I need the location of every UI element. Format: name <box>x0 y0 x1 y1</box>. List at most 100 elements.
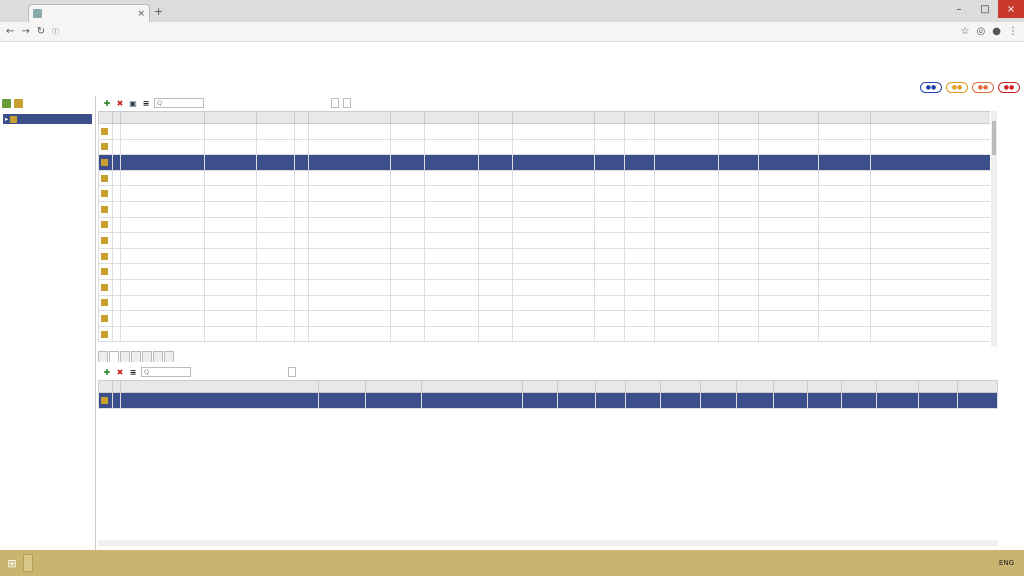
column-header[interactable] <box>204 111 257 124</box>
column-header[interactable] <box>256 111 295 124</box>
windows-start-icon[interactable]: ⊞ <box>4 555 20 571</box>
table-cell[interactable] <box>308 263 391 280</box>
menu-icon[interactable]: ≡ <box>141 98 151 108</box>
actions-dropdown[interactable] <box>343 98 351 108</box>
column-header[interactable] <box>308 111 391 124</box>
table-cell[interactable] <box>308 278 391 296</box>
column-header[interactable] <box>522 380 558 393</box>
column-header[interactable] <box>364 380 423 393</box>
table-cell[interactable] <box>308 169 391 187</box>
detail-tab[interactable] <box>142 351 152 362</box>
column-header[interactable] <box>736 380 774 393</box>
column-header[interactable] <box>594 380 627 393</box>
url-field[interactable]: ⓘ <box>52 25 953 39</box>
delete-button[interactable]: ✖ <box>115 367 125 377</box>
table-cell[interactable] <box>308 247 391 265</box>
table-row[interactable] <box>98 294 990 312</box>
column-header[interactable] <box>758 111 819 124</box>
column-header[interactable] <box>120 380 320 393</box>
minimize-button[interactable]: – <box>946 0 972 18</box>
browser-tab[interactable]: × <box>28 4 150 22</box>
table-cell[interactable] <box>308 154 391 171</box>
table-cell[interactable] <box>308 310 391 327</box>
menu-icon[interactable]: ≡ <box>128 367 138 377</box>
table-row[interactable] <box>98 278 990 296</box>
column-header[interactable] <box>556 380 596 393</box>
table-cell[interactable] <box>308 294 391 312</box>
folder-icon[interactable] <box>14 98 23 108</box>
column-header[interactable] <box>424 111 479 124</box>
detail-tab[interactable] <box>120 351 130 362</box>
column-header[interactable] <box>112 111 121 124</box>
table-row[interactable] <box>98 310 990 327</box>
status-badge-orange[interactable]: ●● <box>946 82 968 93</box>
column-header[interactable] <box>294 111 309 124</box>
account-icon[interactable]: ● <box>992 26 1001 37</box>
detail-tab[interactable] <box>164 351 174 362</box>
column-header[interactable] <box>875 380 920 393</box>
forward-icon[interactable]: → <box>21 26 29 37</box>
table-cell[interactable] <box>308 123 391 140</box>
column-header[interactable] <box>318 380 366 393</box>
kebab-menu-icon[interactable]: ⋮ <box>1008 26 1018 37</box>
status-badge-salmon[interactable]: ●● <box>972 82 994 93</box>
add-icon[interactable] <box>2 98 11 108</box>
maximize-button[interactable]: □ <box>972 0 998 18</box>
column-header[interactable] <box>120 111 205 124</box>
column-header[interactable] <box>421 380 524 393</box>
grid-scrollbar[interactable] <box>991 111 997 347</box>
column-header[interactable] <box>699 380 738 393</box>
table-row[interactable] <box>98 185 990 202</box>
table-cell[interactable] <box>308 185 391 202</box>
actions-dropdown[interactable] <box>288 367 296 377</box>
horizontal-scrollbar[interactable] <box>98 540 998 546</box>
table-row[interactable] <box>98 123 990 140</box>
detail-tab[interactable] <box>153 351 163 362</box>
scroll-thumb[interactable] <box>992 121 996 155</box>
table-row[interactable] <box>98 232 990 249</box>
new-tab-button[interactable]: + <box>154 5 163 18</box>
column-header[interactable] <box>112 380 122 393</box>
column-header[interactable] <box>918 380 958 393</box>
column-header[interactable] <box>98 380 114 393</box>
table-row[interactable] <box>98 138 990 156</box>
detail-tab[interactable] <box>98 351 108 362</box>
table-row[interactable] <box>98 154 990 171</box>
taskbar-label[interactable] <box>23 554 33 572</box>
table-cell[interactable] <box>308 216 391 234</box>
table-cell[interactable] <box>308 138 391 156</box>
table-row[interactable] <box>98 169 990 187</box>
column-header[interactable] <box>98 111 113 124</box>
column-header[interactable] <box>390 111 425 124</box>
column-header[interactable] <box>594 111 625 124</box>
table-cell[interactable] <box>308 325 391 343</box>
tree-node-selected[interactable]: ▸ <box>3 114 92 124</box>
column-header[interactable] <box>718 111 759 124</box>
extension-icon[interactable]: ◎ <box>977 26 986 37</box>
detail-row[interactable] <box>98 392 998 409</box>
table-row[interactable] <box>98 216 990 234</box>
status-badge-red[interactable]: ●● <box>998 82 1020 93</box>
column-header[interactable] <box>659 380 701 393</box>
table-row[interactable] <box>98 325 990 343</box>
detail-tab-active[interactable] <box>109 351 119 362</box>
star-icon[interactable]: ☆ <box>961 26 970 37</box>
status-badge-blue[interactable]: ●● <box>920 82 942 93</box>
column-header[interactable] <box>870 111 990 124</box>
table-row[interactable] <box>98 263 990 280</box>
column-header[interactable] <box>818 111 871 124</box>
search-input[interactable]: Q <box>154 98 204 108</box>
column-header[interactable] <box>624 111 655 124</box>
column-header[interactable] <box>654 111 719 124</box>
add-button[interactable]: ✚ <box>102 367 112 377</box>
close-tab-icon[interactable]: × <box>137 9 145 19</box>
column-header[interactable] <box>625 380 661 393</box>
reload-icon[interactable]: ↻ <box>37 26 45 37</box>
search-input[interactable]: Q <box>141 367 191 377</box>
table-row[interactable] <box>98 200 990 218</box>
column-header[interactable] <box>772 380 809 393</box>
page-info[interactable] <box>331 98 339 108</box>
add-button[interactable]: ✚ <box>102 98 112 108</box>
table-cell[interactable] <box>308 232 391 249</box>
delete-button[interactable]: ✖ <box>115 98 125 108</box>
